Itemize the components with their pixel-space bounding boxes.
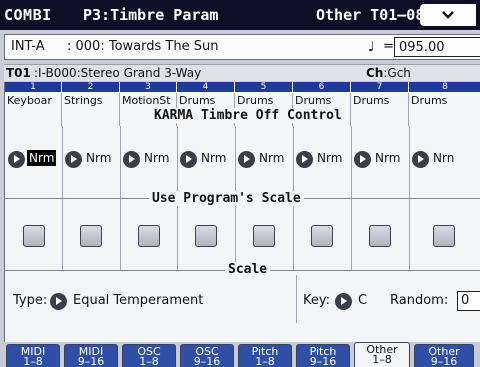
scale-type-arrow-icon[interactable] [50, 293, 67, 310]
timbre-name: Strings [62, 93, 120, 126]
timbre-number: 5 [235, 82, 293, 92]
timbre-info-row: T01 :I-B000:Stereo Grand 3-Way Ch:Gch [4, 64, 480, 81]
karma-arrow-icon[interactable] [296, 151, 313, 168]
tab-osc-1-8[interactable]: OSC 1–8 [122, 344, 176, 367]
timbre-number: 6 [293, 82, 351, 92]
chevron-down-icon [442, 11, 454, 19]
midi-channel: Ch:Gch [366, 66, 411, 80]
tab-other-9-16[interactable]: Other 9–16 [414, 344, 474, 367]
tempo-note-icon: ♩ [368, 39, 375, 55]
timbre-name: Drums [351, 93, 409, 126]
karma-arrow-icon[interactable] [65, 151, 82, 168]
combi-name[interactable]: : 000: Towards The Sun [67, 39, 218, 54]
karma-arrow-icon[interactable] [180, 151, 197, 168]
ch-value: :Gch [383, 66, 411, 80]
use-program-scale-checkbox[interactable] [253, 225, 275, 247]
use-program-scale-checkbox[interactable] [433, 225, 455, 247]
use-program-scale-checkbox[interactable] [195, 225, 217, 247]
timbre-program: :I-B000:Stereo Grand 3-Way [34, 66, 202, 80]
karma-arrow-icon[interactable] [412, 151, 429, 168]
scale-random-label: Random: [390, 293, 449, 308]
karma-off-control[interactable]: Nrm [373, 150, 402, 166]
tab-midi-1-8[interactable]: MIDI 1–8 [6, 344, 60, 367]
karma-off-control[interactable]: Nrm [27, 150, 57, 166]
use-program-scale-checkbox[interactable] [369, 225, 391, 247]
column-divider [296, 275, 297, 323]
timbre-name: Drums [411, 94, 448, 107]
combi-select-row[interactable]: INT-A : 000: Towards The Sun ♩ = 095.00 [4, 34, 480, 60]
page-range: Other T01–08 [316, 6, 425, 24]
timbre-number: 8 [409, 82, 480, 92]
timbre-number: 7 [351, 82, 409, 92]
use-program-scale-checkbox[interactable] [311, 225, 333, 247]
karma-arrow-icon[interactable] [238, 151, 255, 168]
ch-label: Ch [366, 66, 384, 80]
timbre-label: T01 [6, 66, 31, 80]
title-bar: COMBI P3:Timbre Param Other T01–08 [0, 0, 480, 30]
tab-other-1-8[interactable]: Other 1–8 [354, 342, 410, 367]
tab-midi-9-16[interactable]: MIDI 9–16 [64, 344, 118, 367]
tab-osc-9-16[interactable]: OSC 9–16 [180, 344, 234, 367]
timbre-number: 4 [177, 82, 235, 92]
timbre-name: Keyboar [5, 93, 62, 126]
tab-pitch-9-16[interactable]: Pitch 9–16 [296, 344, 350, 367]
timbre-number: 2 [62, 82, 120, 92]
scale-random-field[interactable]: 0 [457, 291, 480, 311]
karma-arrow-icon[interactable] [354, 151, 371, 168]
karma-section-title: KARMA Timbre Off Control [151, 108, 345, 123]
scale-key-value[interactable]: C [358, 293, 367, 308]
timbre-number-row: 1 2 3 4 5 6 7 8 [5, 82, 480, 92]
timbre-param-panel: 1 2 3 4 5 6 7 8 Keyboar Strings MotionSt… [4, 82, 480, 342]
karma-off-control[interactable]: Nrm [315, 150, 344, 166]
karma-off-control[interactable]: Nrm [142, 150, 171, 166]
karma-arrow-icon[interactable] [8, 151, 25, 168]
karma-off-control[interactable]: Nrm [257, 150, 286, 166]
use-program-scale-checkbox[interactable] [23, 225, 45, 247]
page-menu-button[interactable] [420, 4, 476, 26]
page-title: P3:Timbre Param [83, 6, 219, 24]
scale-type-value[interactable]: Equal Temperament [73, 293, 203, 308]
karma-off-control[interactable]: Nrm [199, 150, 228, 166]
timbre-number: 3 [120, 82, 177, 92]
timbre-number: 1 [5, 82, 62, 92]
scale-key-arrow-icon[interactable] [335, 293, 352, 310]
page-tabs: MIDI 1–8 MIDI 9–16 OSC 1–8 OSC 9–16 Pitc… [0, 342, 480, 367]
karma-off-control[interactable]: Nrm [84, 150, 113, 166]
scale-section-title: Scale [225, 262, 271, 277]
karma-arrow-icon[interactable] [123, 151, 140, 168]
tempo-field[interactable]: 095.00 [394, 37, 480, 57]
tempo-equals: = [383, 39, 394, 54]
karma-off-control[interactable]: Nrn [431, 150, 456, 166]
combi-bank[interactable]: INT-A [11, 39, 45, 54]
use-program-scale-checkbox[interactable] [138, 225, 160, 247]
tab-pitch-1-8[interactable]: Pitch 1–8 [238, 344, 292, 367]
scale-type-label: Type: [13, 293, 48, 308]
scale-key-label: Key: [303, 293, 331, 308]
use-scale-section-title: Use Program's Scale [149, 191, 304, 206]
use-program-scale-checkbox[interactable] [80, 225, 102, 247]
mode-label: COMBI [4, 6, 52, 24]
